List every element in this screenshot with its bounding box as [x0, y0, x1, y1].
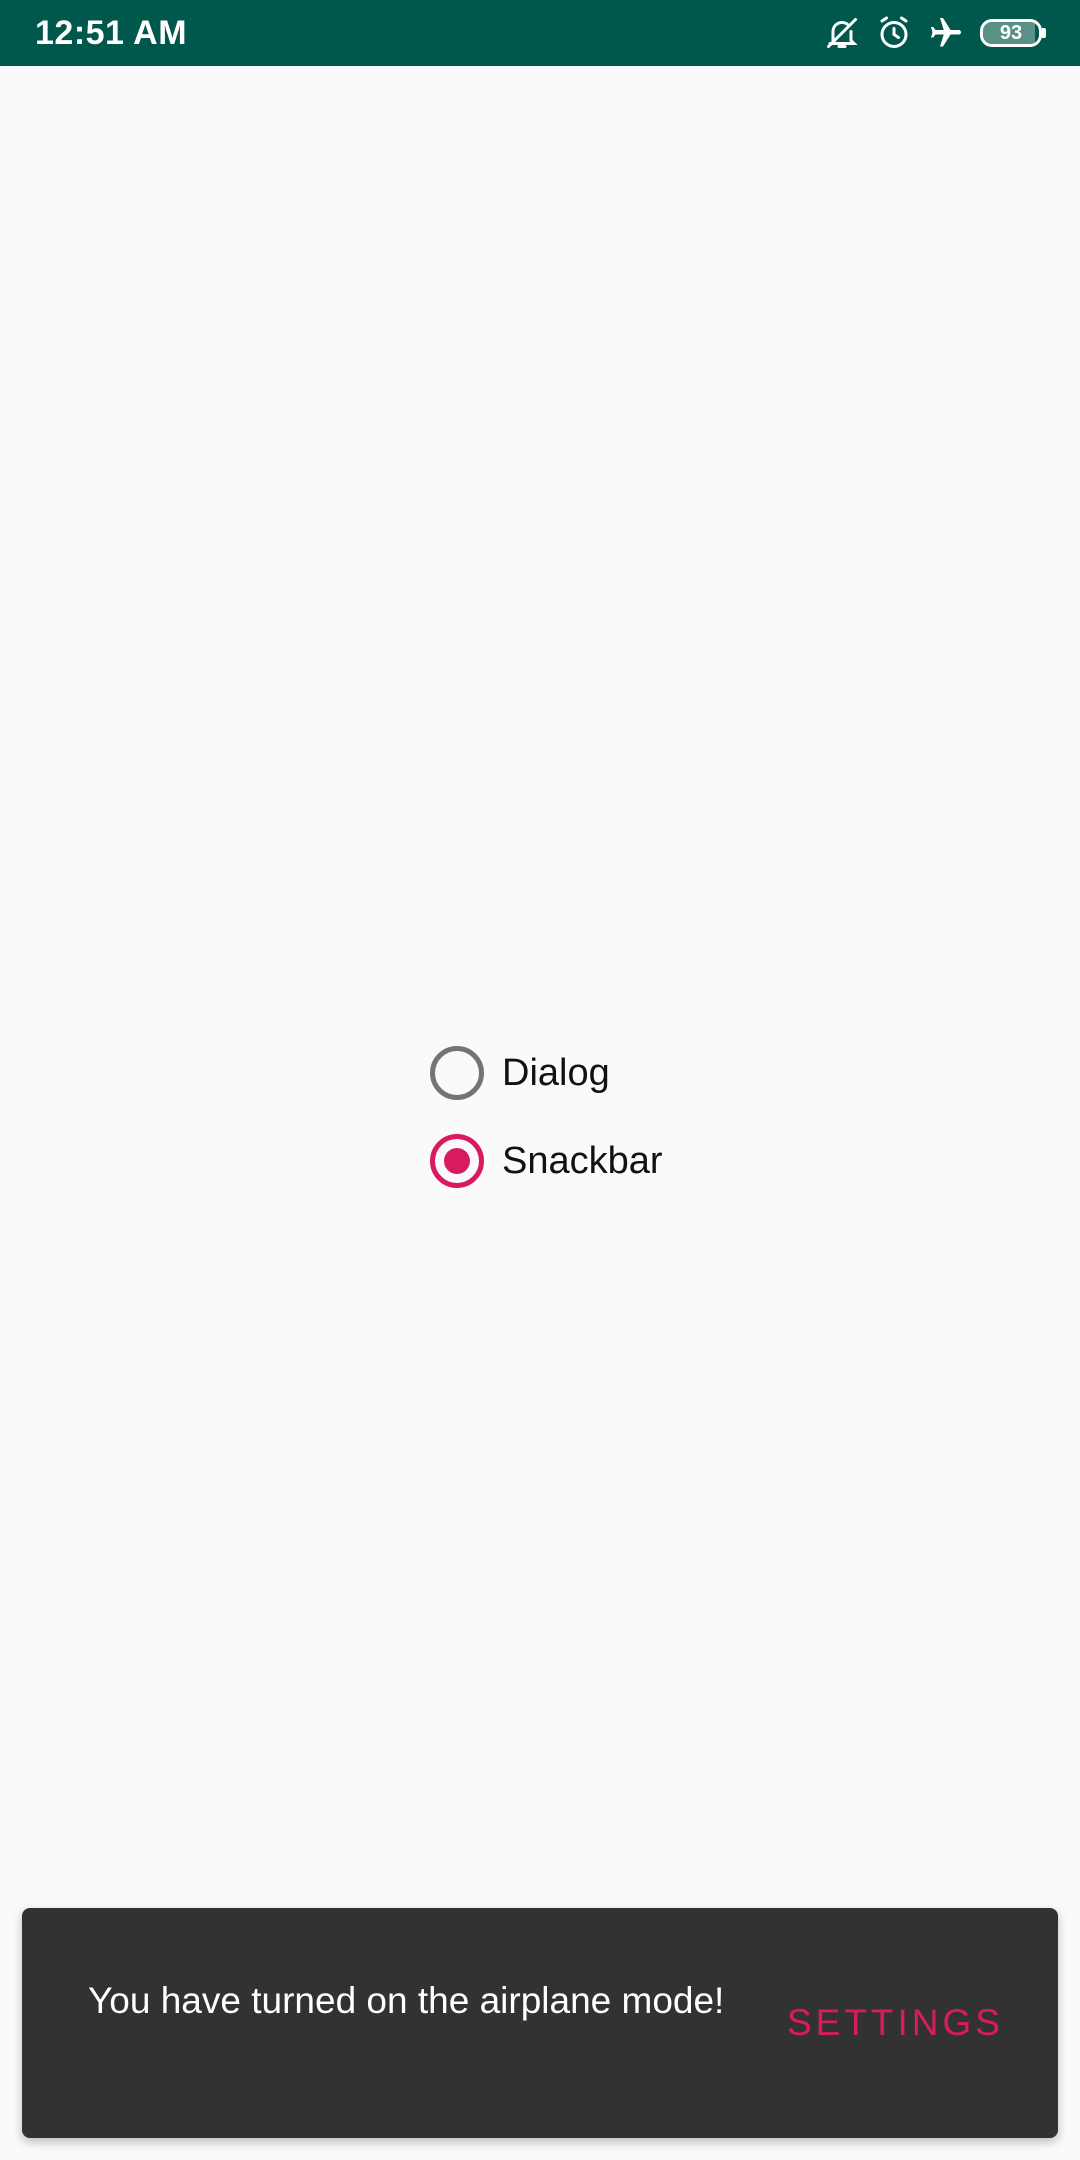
airplane-icon: [928, 15, 964, 51]
status-icons: 93: [824, 12, 1046, 54]
alarm-icon: [876, 15, 912, 51]
radio-button-unchecked-icon[interactable]: [430, 1046, 484, 1100]
radio-option-dialog[interactable]: Dialog: [430, 1038, 663, 1108]
mute-icon: [824, 15, 860, 51]
snackbar-message: You have turned on the airplane mode!: [88, 1980, 725, 2021]
snackbar-settings-button[interactable]: SETTINGS: [787, 2000, 1004, 2046]
radio-button-checked-icon[interactable]: [430, 1134, 484, 1188]
snackbar: You have turned on the airplane mode! SE…: [22, 1908, 1058, 2138]
radio-label-dialog: Dialog: [502, 1052, 610, 1094]
status-bar: 12:51 AM 93: [0, 0, 1080, 66]
radio-option-snackbar[interactable]: Snackbar: [430, 1126, 663, 1196]
status-time: 12:51 AM: [35, 14, 188, 52]
radio-group: Dialog Snackbar: [430, 1038, 663, 1214]
radio-label-snackbar: Snackbar: [502, 1140, 663, 1182]
battery-icon: 93: [980, 19, 1046, 47]
battery-level: 93: [999, 22, 1023, 44]
